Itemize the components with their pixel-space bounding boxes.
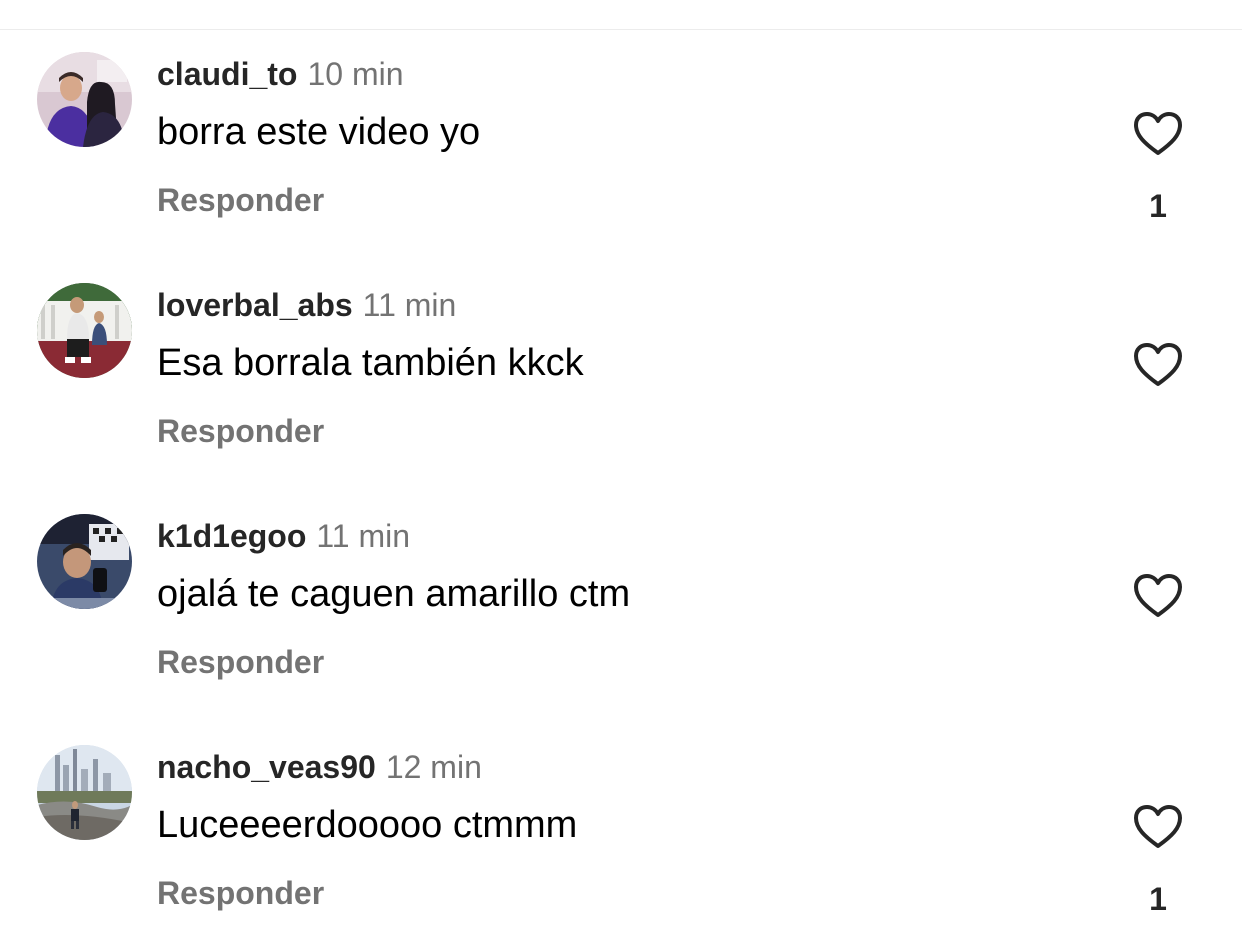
reply-button[interactable]: Responder: [157, 411, 324, 451]
avatar[interactable]: [37, 52, 132, 147]
timestamp: 12 min: [385, 749, 482, 785]
comment-text: ojalá te caguen amarillo ctm: [157, 573, 631, 615]
comment-item: nacho_veas90 12 min Luceeeerdooooo ctmmm …: [0, 693, 1242, 924]
avatar[interactable]: [37, 745, 132, 840]
comment-text: Luceeeerdooooo ctmmm: [157, 804, 578, 846]
heart-outline-icon: [1134, 343, 1182, 386]
like-button[interactable]: [1131, 572, 1185, 620]
comment-item: loverbal_abs 11 min Esa borrala también k…: [0, 231, 1242, 462]
timestamp: 11 min: [362, 287, 457, 323]
reply-button[interactable]: Responder: [157, 642, 324, 682]
avatar[interactable]: [37, 283, 132, 378]
username[interactable]: k1d1egoo: [157, 518, 306, 554]
reply-button[interactable]: Responder: [157, 873, 324, 913]
avatar[interactable]: [37, 514, 132, 609]
like-count: 1: [1149, 881, 1167, 917]
username[interactable]: nacho_veas90: [157, 749, 376, 785]
username[interactable]: claudi_to: [157, 56, 297, 92]
comment-item: claudi_to 10 min borra este video yo Resp…: [0, 0, 1242, 231]
comment-item: k1d1egoo 11 min ojalá te caguen amarillo …: [0, 462, 1242, 693]
avatar-couple-photo: [37, 52, 132, 147]
like-button[interactable]: [1131, 341, 1185, 389]
timestamp: 10 min: [307, 56, 404, 92]
heart-outline-icon: [1134, 805, 1182, 848]
timestamp: 11 min: [316, 518, 411, 554]
comment-text: Esa borrala también kkck: [157, 342, 584, 384]
avatar-city-skyline-photo: [37, 745, 132, 840]
heart-outline-icon: [1134, 574, 1182, 617]
like-count: 1: [1149, 188, 1167, 224]
username[interactable]: loverbal_abs: [157, 287, 353, 323]
reply-button[interactable]: Responder: [157, 180, 324, 220]
like-button[interactable]: [1131, 803, 1185, 851]
comment-header: loverbal_abs 11 min: [157, 285, 456, 325]
avatar-people-porch-photo: [37, 283, 132, 378]
like-button[interactable]: [1131, 110, 1185, 158]
comment-header: nacho_veas90 12 min: [157, 747, 482, 787]
comment-list: claudi_to 10 min borra este video yo Resp…: [0, 0, 1242, 926]
comment-text: borra este video yo: [157, 111, 481, 153]
comment-header: k1d1egoo 11 min: [157, 516, 410, 556]
avatar-selfie-photo: [37, 514, 132, 609]
heart-outline-icon: [1134, 112, 1182, 155]
comment-header: claudi_to 10 min: [157, 54, 404, 94]
